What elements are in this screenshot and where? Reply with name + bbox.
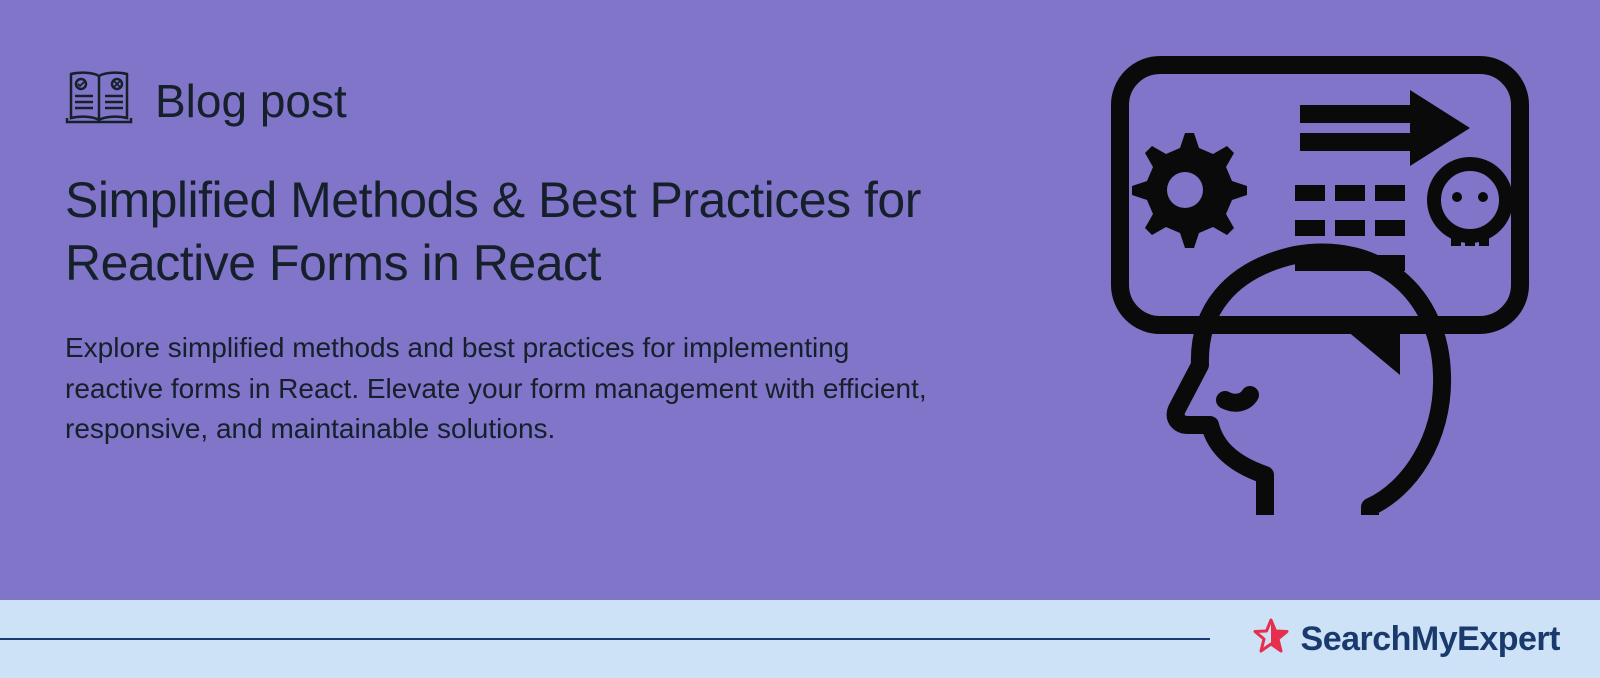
post-title: Simplified Methods & Best Practices for … [65,169,1020,294]
book-icon [65,70,133,131]
post-description: Explore simplified methods and best prac… [65,328,945,450]
hero-section: Blog post Simplified Methods & Best Prac… [0,0,1600,600]
footer-divider [0,638,1210,640]
category-row: Blog post [65,70,1020,131]
category-label: Blog post [155,74,347,128]
brand-logo: SearchMyExpert [1251,617,1560,662]
text-column: Blog post Simplified Methods & Best Prac… [65,70,1020,450]
footer-bar: SearchMyExpert [0,600,1600,678]
star-icon [1251,617,1291,662]
thinking-head-illustration [1070,45,1540,515]
brand-name: SearchMyExpert [1301,620,1560,659]
